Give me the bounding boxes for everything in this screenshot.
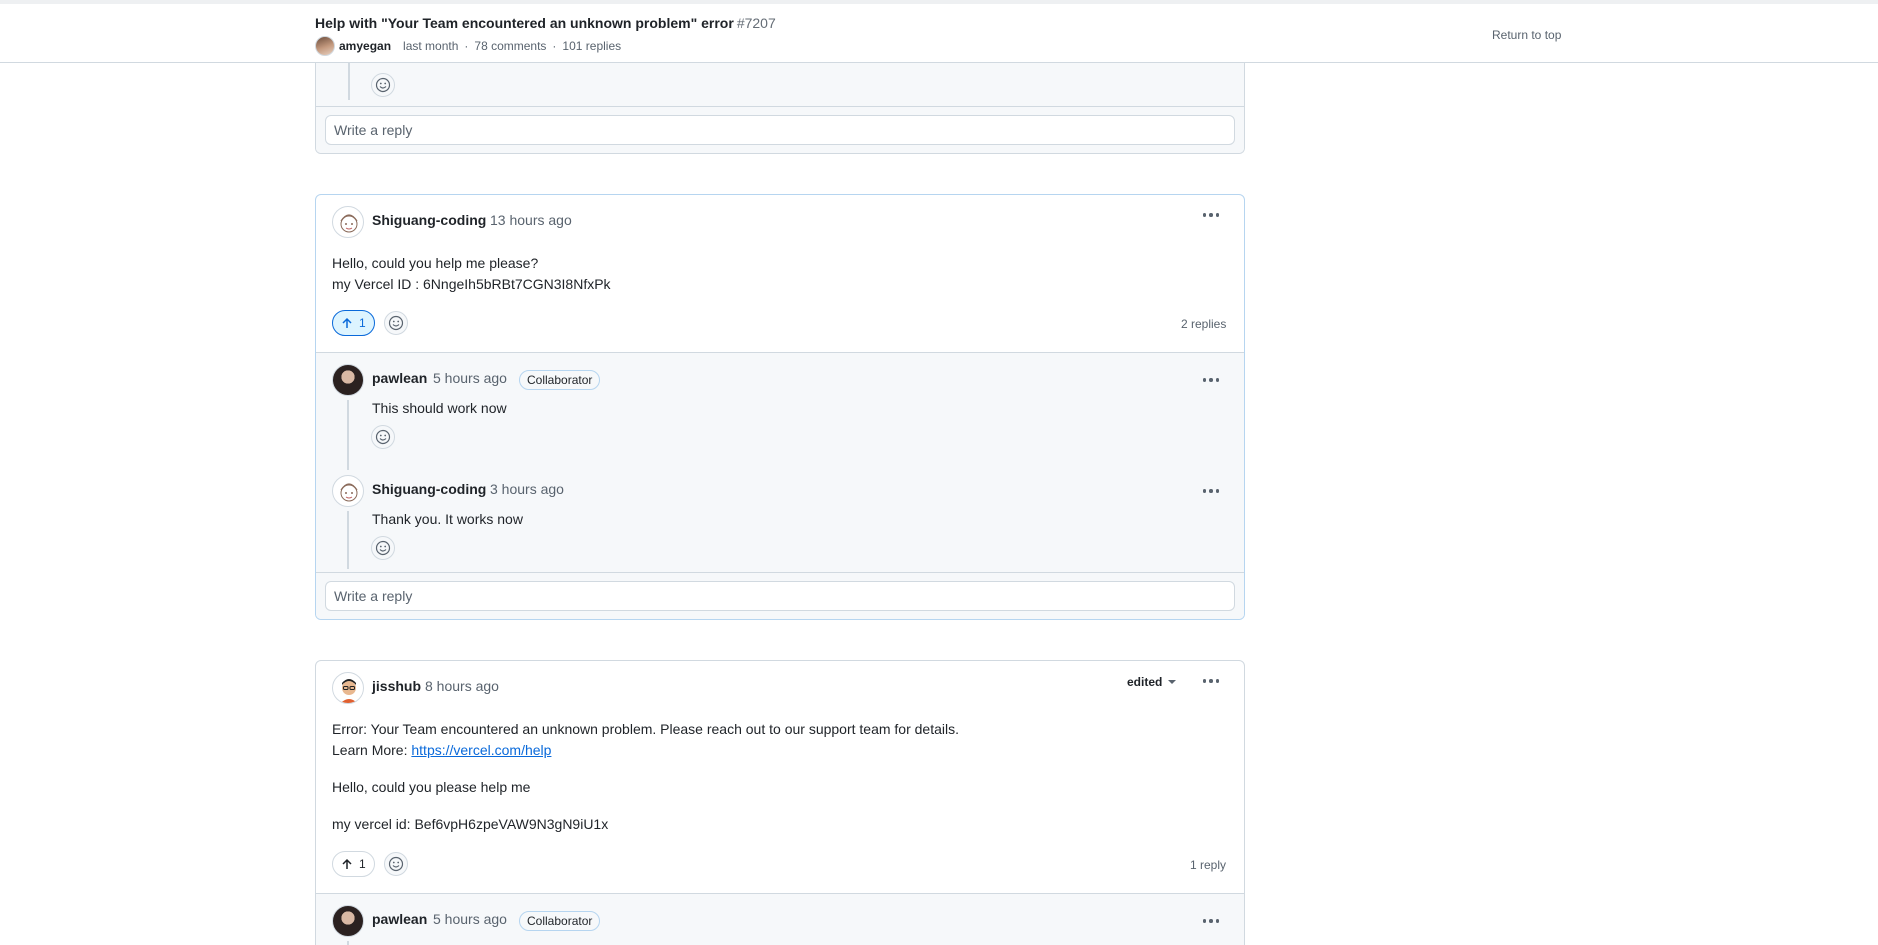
reply-body: Thank you. It works now xyxy=(372,511,523,527)
smiley-icon xyxy=(388,856,404,872)
upvote-count: 1 xyxy=(359,316,366,330)
reply-options-button[interactable] xyxy=(1197,481,1225,501)
discussion-number: #7207 xyxy=(736,15,776,31)
reply-footer: Write a reply xyxy=(316,572,1244,619)
collaborator-badge: Collaborator xyxy=(519,911,601,931)
reply-author[interactable]: Shiguang-coding xyxy=(372,481,486,497)
collaborator-badge: Collaborator xyxy=(519,370,601,390)
learn-more-label: Learn More: xyxy=(332,742,412,758)
add-reaction-button[interactable] xyxy=(371,73,395,97)
cartoon-avatar-icon xyxy=(340,679,358,703)
smiley-icon xyxy=(375,77,391,93)
upvote-count: 1 xyxy=(359,857,366,871)
reply-count: 1 reply xyxy=(1190,858,1227,872)
reply-time[interactable]: 5 hours ago xyxy=(433,911,507,927)
discussion-meta: amyegan last month · 78 comments · 101 r… xyxy=(315,36,621,56)
comment-body-line: Hello, could you help me please? xyxy=(332,255,539,271)
reply-options-button[interactable] xyxy=(1197,911,1225,931)
return-to-top-link[interactable]: Return to top xyxy=(1492,28,1561,42)
edited-history-dropdown[interactable]: edited xyxy=(1127,675,1177,689)
sticky-discussion-header: Help with "Your Team encountered an unkn… xyxy=(0,0,1878,63)
arrow-up-icon xyxy=(342,317,352,328)
comment-options-button[interactable] xyxy=(1197,205,1225,225)
reply-footer: Write a reply xyxy=(316,106,1244,153)
replies-list: pawlean 5 hours ago Collaborator This sh… xyxy=(316,352,1244,572)
add-reaction-button[interactable] xyxy=(384,311,408,335)
comment-author[interactable]: jisshub xyxy=(372,678,421,694)
discussion-comment: jisshub 8 hours ago edited Error: Your T… xyxy=(315,660,1245,945)
triangle-down-icon xyxy=(1168,680,1177,684)
reply-author[interactable]: pawlean xyxy=(372,911,427,927)
smiley-icon xyxy=(375,429,391,445)
arrow-up-icon xyxy=(342,858,352,869)
comment-options-button[interactable] xyxy=(1197,671,1225,691)
comment-body-line: Error: Your Team encountered an unknown … xyxy=(332,721,959,737)
reply-body: This should work now xyxy=(372,400,507,416)
write-reply-input[interactable]: Write a reply xyxy=(325,581,1235,611)
smiley-icon xyxy=(388,315,404,331)
smiley-icon xyxy=(375,540,391,556)
reply-time[interactable]: 3 hours ago xyxy=(490,481,564,497)
help-link[interactable]: https://vercel.com/help xyxy=(411,742,551,758)
comment-count: 78 comments xyxy=(474,39,547,53)
cartoon-avatar-icon xyxy=(340,214,358,233)
write-reply-input[interactable]: Write a reply xyxy=(325,115,1235,145)
comment-time[interactable]: 8 hours ago xyxy=(425,678,499,694)
comment-author[interactable]: Shiguang-coding xyxy=(372,212,486,228)
comment-time[interactable]: 13 hours ago xyxy=(490,212,572,228)
discussion-title-text: Help with "Your Team encountered an unkn… xyxy=(315,15,734,31)
reply-author[interactable]: pawlean xyxy=(372,370,427,386)
upvote-button[interactable]: 1 xyxy=(332,310,375,336)
reply-time[interactable]: 5 hours ago xyxy=(433,370,507,386)
upvote-button[interactable]: 1 xyxy=(332,851,375,877)
discussion-title: Help with "Your Team encountered an unkn… xyxy=(315,15,776,31)
comment-body-line: Learn More: https://vercel.com/help xyxy=(332,740,551,761)
discussion-time: last month xyxy=(403,39,459,53)
author-link[interactable]: amyegan xyxy=(339,39,391,53)
add-reaction-button[interactable] xyxy=(384,852,408,876)
author-avatar[interactable] xyxy=(315,36,335,56)
reply-total: 101 replies xyxy=(562,39,622,53)
discussion-comment: Shiguang-coding 13 hours ago Hello, coul… xyxy=(315,194,1245,620)
reply-options-button[interactable] xyxy=(1197,370,1225,390)
avatar[interactable] xyxy=(332,905,364,937)
reply-count: 2 replies xyxy=(1181,317,1227,331)
replies-list: pawlean 5 hours ago Collaborator xyxy=(316,893,1244,945)
add-reaction-button[interactable] xyxy=(371,536,395,560)
edited-label: edited xyxy=(1127,675,1163,689)
comment-body-line: Hello, could you please help me xyxy=(332,779,531,795)
avatar[interactable] xyxy=(332,364,364,396)
cartoon-avatar-icon xyxy=(340,483,358,502)
comment-body-line: my vercel id: Bef6vpH6zpeVAW9N3gN9iU1x xyxy=(332,816,609,832)
avatar[interactable] xyxy=(332,206,364,238)
avatar[interactable] xyxy=(332,672,364,704)
avatar[interactable] xyxy=(332,475,364,507)
add-reaction-button[interactable] xyxy=(371,425,395,449)
comment-body-line: my Vercel ID : 6NngeIh5bRBt7CGN3I8NfxPk xyxy=(332,276,611,292)
